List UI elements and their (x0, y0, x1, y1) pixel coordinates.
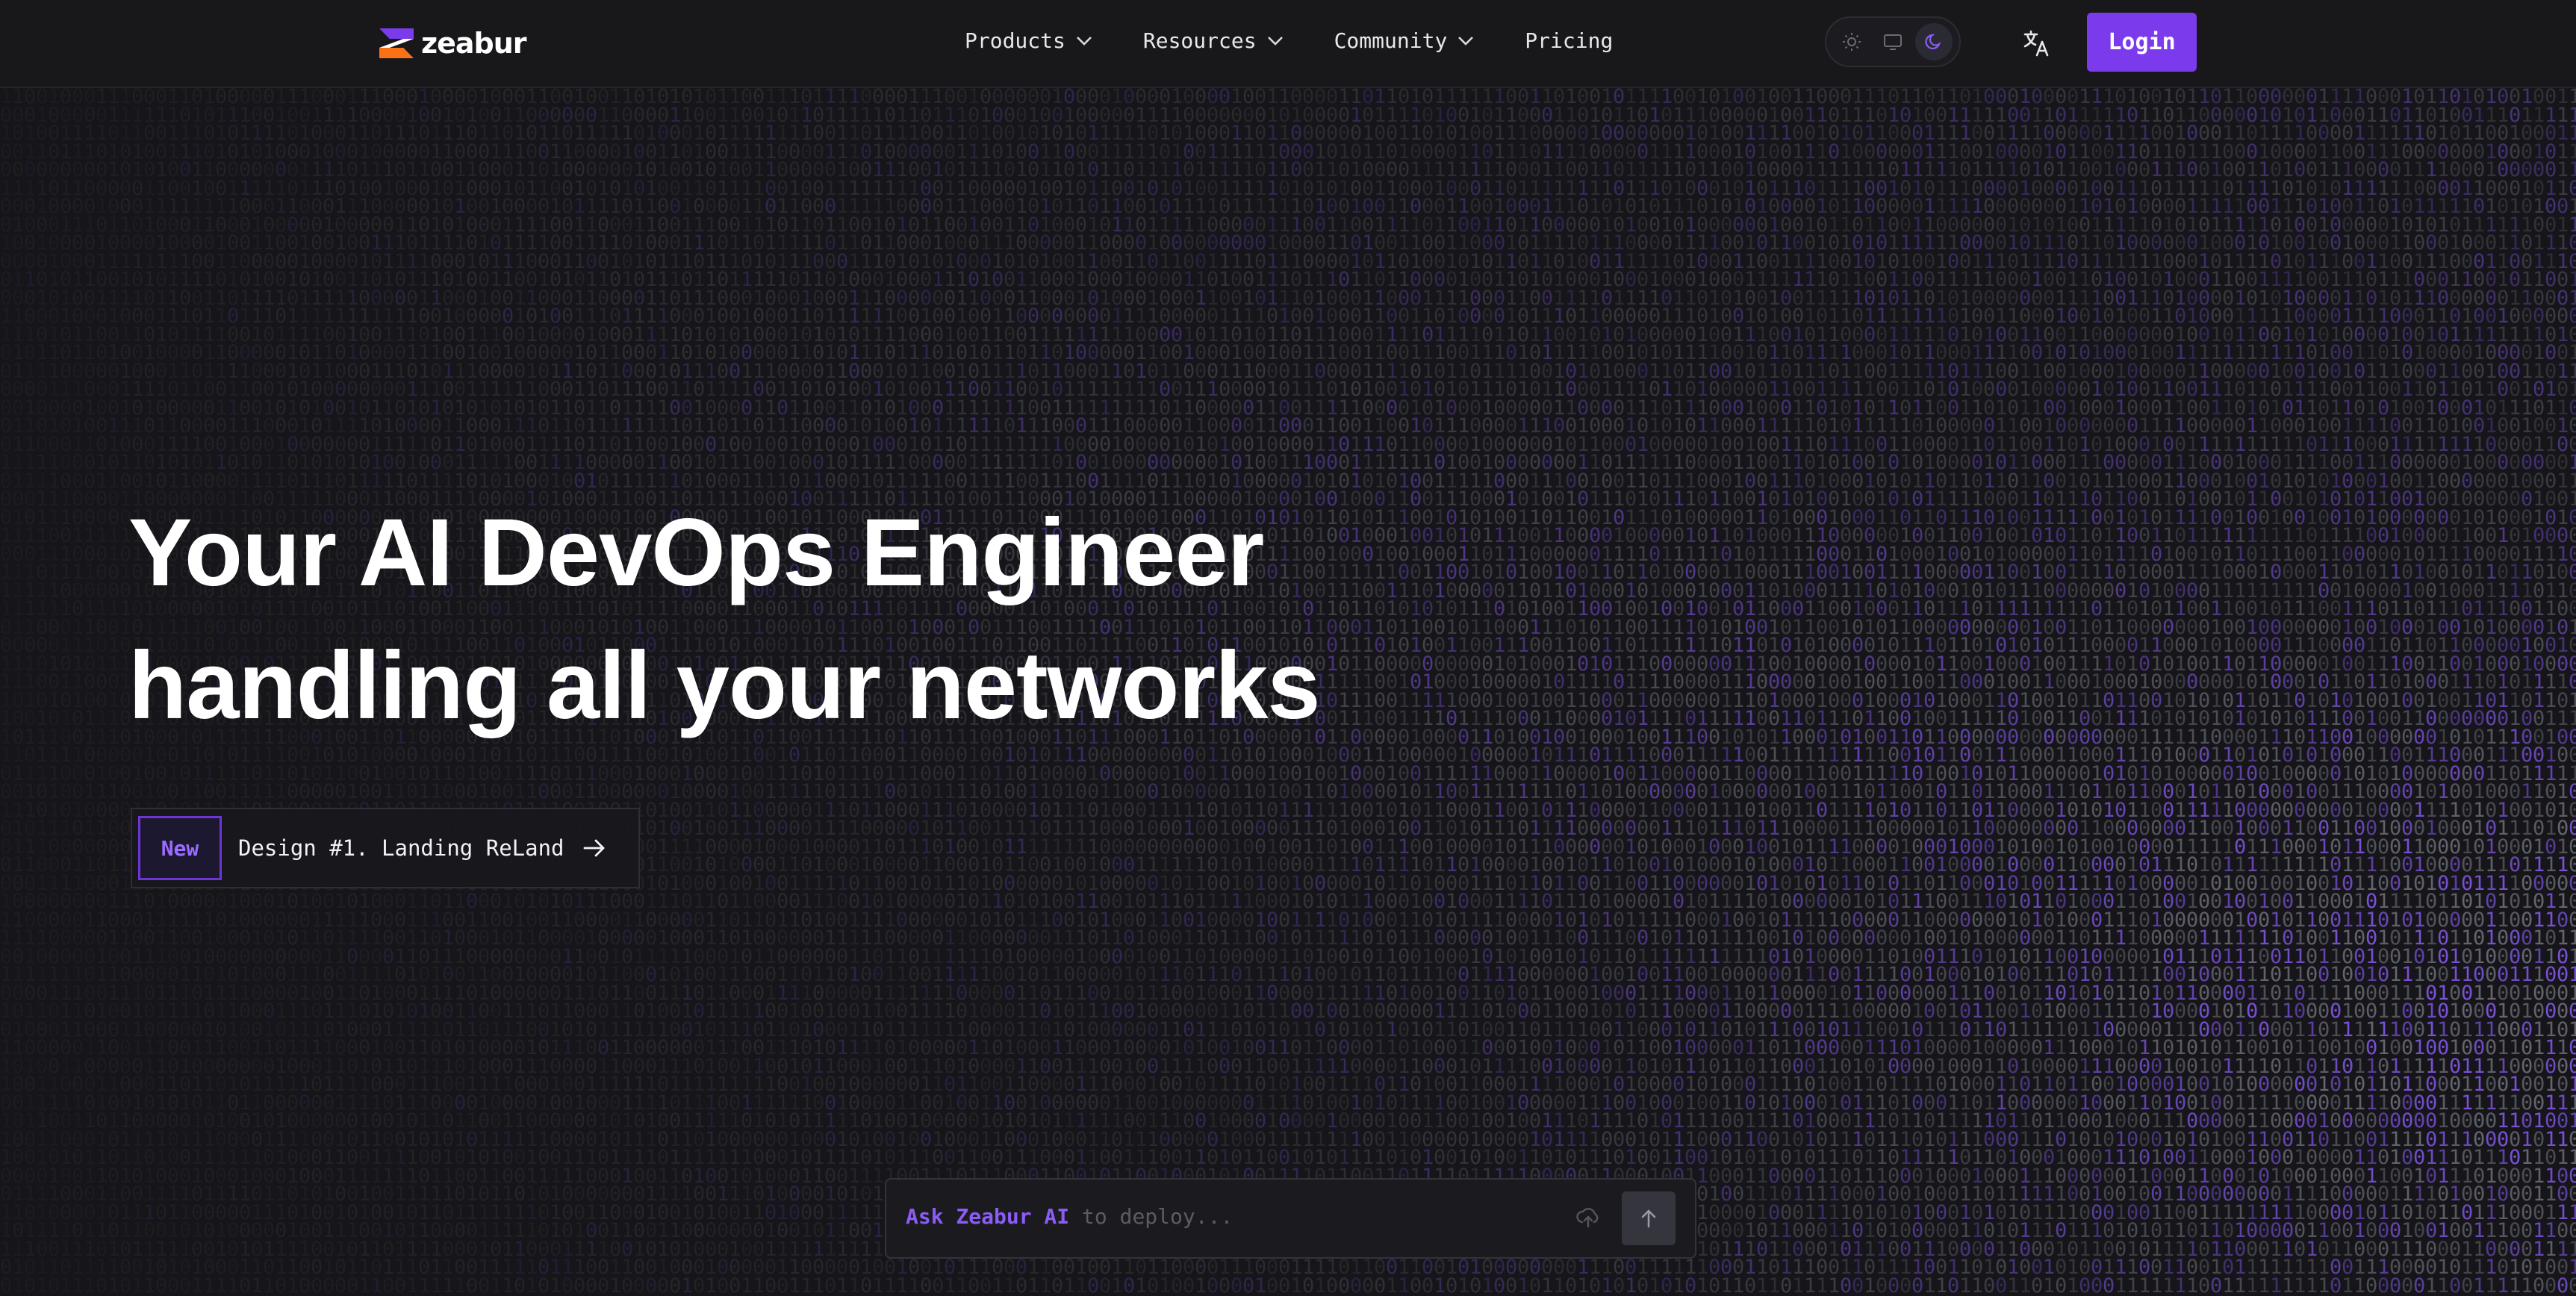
logo-mark-icon (379, 28, 414, 58)
sun-icon[interactable] (1833, 23, 1870, 60)
main-nav: Products Resources Community Pricing (965, 28, 1613, 53)
hero-title-line-1: Your AI DevOps Engineer (128, 499, 1264, 606)
nav-item-resources[interactable]: Resources (1143, 28, 1284, 53)
upload-icon[interactable] (1575, 1204, 1602, 1231)
hero-title: Your AI DevOps Engineer handling all you… (128, 487, 1321, 753)
chevron-down-icon (1267, 36, 1283, 46)
ai-prompt-input[interactable]: Ask Zeabur AI to deploy... (906, 1204, 1233, 1229)
nav-item-label: Resources (1142, 28, 1257, 53)
logo-text: zeabur (421, 27, 527, 60)
chevron-down-icon (1458, 36, 1474, 46)
nav-item-label: Community (1334, 28, 1448, 53)
hero-title-line-2: handling all your networks (128, 632, 1321, 739)
nav-item-community[interactable]: Community (1334, 28, 1475, 53)
chevron-down-icon (1076, 36, 1092, 46)
ai-prompt-placeholder: to deploy... (1069, 1204, 1233, 1229)
send-button[interactable] (1622, 1191, 1676, 1245)
nav-item-pricing[interactable]: Pricing (1525, 28, 1613, 53)
moon-icon[interactable] (1915, 23, 1953, 60)
translate-icon[interactable] (2022, 28, 2052, 58)
ai-prompt-accent: Ask Zeabur AI (906, 1204, 1070, 1229)
login-button[interactable]: Login (2087, 13, 2197, 72)
arrow-up-icon (1641, 1209, 1656, 1228)
monitor-icon[interactable] (1874, 23, 1911, 60)
theme-toggle (1825, 16, 1961, 67)
announcement-text: Design #1. Landing ReLand (238, 835, 564, 861)
page: 1100100011100011010000011100011100010000… (0, 0, 2576, 1296)
arrow-right-icon (583, 839, 604, 857)
nav-item-label: Products (965, 28, 1065, 53)
new-badge: New (138, 816, 222, 880)
nav-item-products[interactable]: Products (965, 28, 1092, 53)
ai-prompt-box[interactable]: Ask Zeabur AI to deploy... (885, 1178, 1696, 1259)
announcement-link[interactable]: New Design #1. Landing ReLand (131, 808, 640, 888)
nav-item-label: Pricing (1525, 28, 1614, 53)
top-navbar: zeabur Products Resources Community Pric… (0, 0, 2576, 88)
zeabur-logo[interactable]: zeabur (379, 27, 527, 60)
